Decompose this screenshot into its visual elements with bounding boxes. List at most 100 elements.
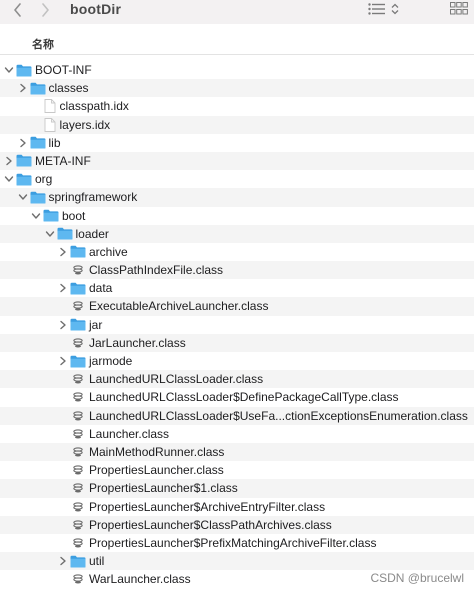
disclosure-toggle[interactable] [18, 79, 28, 97]
toolbar: bootDir [0, 0, 474, 24]
list-item[interactable]: LaunchedURLClassLoader$DefinePackageCall… [0, 388, 474, 406]
list-item[interactable]: springframework [0, 188, 474, 207]
list-item[interactable]: PropertiesLauncher$ArchiveEntryFilter.cl… [0, 498, 474, 516]
list-item[interactable]: Launcher.class [0, 425, 474, 443]
folder-icon [70, 355, 86, 367]
list-item[interactable]: MainMethodRunner.class [0, 442, 474, 462]
disclosure-toggle[interactable] [4, 61, 14, 79]
item-name: org [35, 172, 53, 187]
disclosure-toggle[interactable] [4, 152, 14, 170]
class-file-icon-wrap [70, 536, 86, 550]
item-name: loader [75, 226, 109, 241]
disclosure-toggle[interactable] [4, 170, 14, 188]
folder-icon-wrap [57, 227, 73, 241]
class-file-icon-wrap [70, 390, 86, 404]
java-class-icon [73, 465, 83, 475]
list-item[interactable]: PropertiesLauncher$ClassPathArchives.cla… [0, 515, 474, 534]
name-column-header[interactable]: 名称 [32, 36, 54, 52]
disclosure-toggle[interactable] [18, 134, 28, 152]
list-item[interactable]: ClassPathIndexFile.class [0, 261, 474, 280]
folder-icon-wrap [70, 318, 86, 332]
item-name: PropertiesLauncher$PrefixMatchingArchive… [89, 535, 377, 550]
item-name: WarLauncher.class [89, 572, 191, 587]
java-class-icon [73, 483, 83, 493]
list-item[interactable]: boot [0, 207, 474, 225]
disclosure-toggle[interactable] [31, 207, 41, 225]
list-item[interactable]: util [0, 552, 474, 571]
class-file-icon-wrap [70, 481, 86, 495]
class-file-icon-wrap [70, 427, 86, 441]
document-icon-wrap [42, 99, 58, 114]
column-header[interactable]: 名称 [0, 31, 474, 55]
file-list: BOOT-INF classes classpath.idx layers.idx li… [0, 61, 474, 588]
list-item[interactable]: BOOT-INF [0, 61, 474, 79]
list-item[interactable]: PropertiesLauncher.class [0, 461, 474, 479]
list-item[interactable]: layers.idx [0, 115, 474, 134]
list-item[interactable]: jar [0, 316, 474, 334]
group-button[interactable] [450, 0, 468, 18]
disclosure-toggle[interactable] [58, 279, 68, 297]
item-name: jar [89, 317, 103, 332]
list-item[interactable]: jarmode [0, 352, 474, 370]
document-icon [44, 117, 55, 132]
class-file-icon-wrap [70, 336, 86, 350]
chevron-right-icon [60, 284, 66, 293]
class-file-icon-wrap [70, 445, 86, 459]
item-name: classes [48, 81, 89, 96]
list-item[interactable]: PropertiesLauncher$PrefixMatchingArchive… [0, 534, 474, 552]
folder-icon-wrap [70, 281, 86, 295]
list-item[interactable]: LaunchedURLClassLoader.class [0, 370, 474, 389]
item-name: PropertiesLauncher.class [89, 463, 224, 478]
folder-icon [70, 246, 86, 258]
folder-icon [57, 227, 72, 240]
item-name: META-INF [35, 153, 91, 168]
item-name: classpath.idx [59, 99, 129, 114]
list-item[interactable]: org [0, 170, 474, 188]
chevron-right-icon [60, 356, 66, 366]
chevron-right-icon [19, 83, 26, 93]
disclosure-toggle[interactable] [45, 225, 55, 243]
grid-view-icon [450, 2, 468, 15]
item-name: layers.idx [59, 117, 111, 132]
disclosure-toggle[interactable] [58, 552, 68, 570]
item-name: LaunchedURLClassLoader$DefinePackageCall… [89, 390, 399, 405]
folder-icon [30, 137, 45, 149]
list-item[interactable]: classpath.idx [0, 97, 474, 115]
list-item[interactable]: LaunchedURLClassLoader$UseFa...ctionExce… [0, 406, 474, 425]
chevron-down-icon [4, 67, 14, 73]
folder-icon-wrap [43, 209, 59, 223]
view-options-button[interactable] [368, 0, 399, 18]
list-item[interactable]: classes [0, 79, 474, 98]
folder-icon-wrap [16, 63, 32, 77]
java-class-icon [73, 338, 83, 348]
java-class-icon [73, 392, 83, 402]
folder-icon [70, 318, 86, 331]
item-name: BOOT-INF [35, 63, 92, 77]
list-item[interactable]: PropertiesLauncher$1.class [0, 479, 474, 498]
disclosure-toggle[interactable] [58, 243, 68, 261]
item-name: ExecutableArchiveLauncher.class [89, 299, 269, 314]
folder-icon [16, 173, 32, 186]
folder-icon-wrap [16, 154, 32, 168]
list-item[interactable]: lib [0, 134, 474, 152]
forward-button[interactable] [36, 0, 54, 20]
list-item[interactable]: loader [0, 224, 474, 243]
item-name: PropertiesLauncher$ArchiveEntryFilter.cl… [89, 499, 326, 514]
class-file-icon-wrap [70, 572, 86, 586]
disclosure-toggle[interactable] [58, 352, 68, 370]
disclosure-toggle[interactable] [58, 316, 68, 334]
disclosure-toggle[interactable] [18, 188, 28, 206]
list-item[interactable]: archive [0, 243, 474, 261]
list-item[interactable]: data [0, 279, 474, 297]
list-item[interactable]: META-INF [0, 151, 474, 171]
list-item[interactable]: JarLauncher.class [0, 333, 474, 352]
list-item[interactable]: ExecutableArchiveLauncher.class [0, 297, 474, 316]
java-class-icon [73, 501, 83, 511]
back-button[interactable] [8, 0, 26, 20]
finder-window: bootDir 名称 BOOT-INF classes classpath.id… [0, 0, 474, 593]
java-class-icon [73, 447, 83, 457]
chevron-right-icon [60, 320, 66, 329]
chevron-right-icon [60, 247, 66, 257]
chevron-down-icon [45, 230, 54, 237]
class-file-icon-wrap [70, 463, 86, 477]
